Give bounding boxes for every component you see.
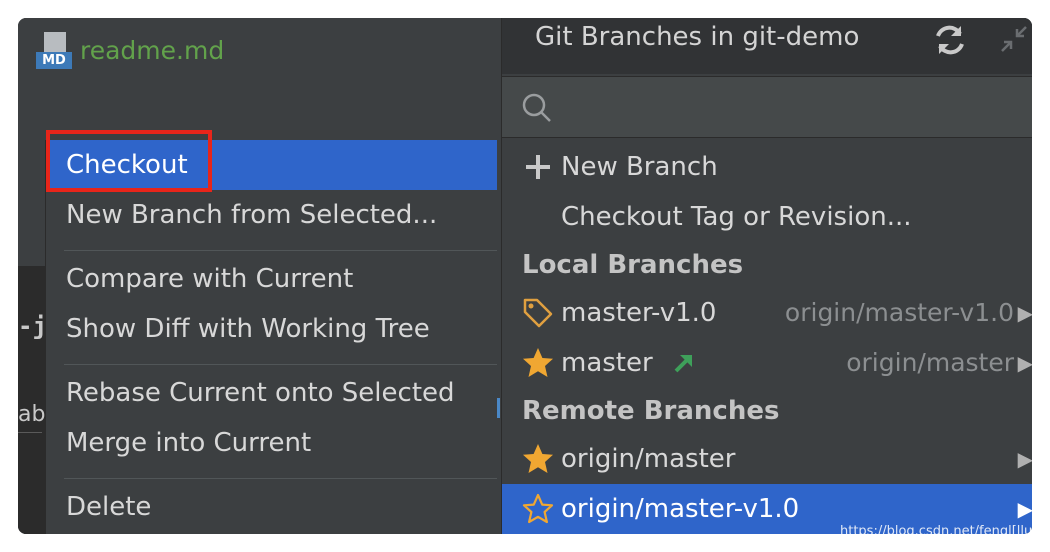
chevron-right-icon: ▶	[1017, 301, 1032, 325]
editor-gutter	[18, 266, 46, 534]
collapse-icon[interactable]	[999, 24, 1029, 54]
watermark: https://blog.csdn.net/fengl[llu	[840, 524, 1033, 539]
checkout-tag-action[interactable]: Checkout Tag or Revision...	[502, 192, 1032, 242]
file-tab[interactable]: MD readme.md	[36, 30, 224, 70]
menu-item-merge[interactable]: Merge into Current	[46, 418, 497, 468]
branch-item-master-v1-0[interactable]: master-v1.0 origin/master-v1.0 ▶	[502, 288, 1032, 338]
ide-window: MD readme.md -j ab Checkout New Branch f…	[18, 18, 1032, 534]
star-outline-icon	[522, 493, 554, 524]
search-input[interactable]	[562, 87, 1026, 129]
tag-icon	[523, 298, 553, 328]
action-label: New Branch	[561, 152, 718, 182]
menu-item-new-branch-from-selected[interactable]: New Branch from Selected...	[46, 190, 497, 240]
file-badge: MD	[36, 52, 72, 69]
git-branches-popup: Git Branches in git-demo New Branch Chec…	[501, 18, 1032, 534]
star-icon	[523, 348, 553, 377]
markdown-file-icon: MD	[36, 30, 74, 70]
menu-item-compare-with-current[interactable]: Compare with Current	[46, 254, 497, 304]
menu-item-delete[interactable]: Delete	[46, 482, 497, 532]
local-branches-header: Local Branches	[522, 250, 744, 280]
divider	[18, 432, 42, 433]
plus-icon	[526, 155, 550, 179]
branch-search-box[interactable]	[502, 76, 1032, 138]
chevron-right-icon: ▶	[1017, 447, 1032, 471]
search-icon	[522, 93, 551, 122]
branch-name: origin/master	[561, 444, 736, 474]
refresh-icon[interactable]	[932, 22, 968, 58]
tracking-branch: origin/master	[846, 348, 1014, 377]
branch-name: origin/master-v1.0	[561, 494, 800, 524]
outgoing-arrow-icon	[674, 355, 692, 373]
menu-separator	[64, 250, 497, 251]
menu-separator	[64, 478, 497, 479]
branch-context-menu: Checkout New Branch from Selected... Com…	[45, 140, 497, 534]
branch-name: master-v1.0	[561, 298, 717, 328]
code-fragment: -j	[18, 312, 47, 340]
branch-name: master	[561, 348, 653, 378]
remote-branches-header: Remote Branches	[522, 396, 780, 426]
menu-separator	[64, 364, 497, 365]
star-icon	[523, 444, 553, 473]
tracking-branch: origin/master-v1.0	[784, 298, 1014, 327]
menu-item-rebase[interactable]: Rebase Current onto Selected	[46, 368, 497, 418]
popup-header: Git Branches in git-demo	[502, 18, 1032, 74]
code-fragment: ab	[18, 402, 46, 427]
new-branch-action[interactable]: New Branch	[502, 142, 1032, 192]
menu-item-show-diff[interactable]: Show Diff with Working Tree	[46, 304, 497, 354]
highlight-box	[46, 130, 212, 192]
branch-item-master[interactable]: master origin/master ▶	[502, 338, 1032, 388]
text-caret	[497, 398, 500, 418]
popup-title: Git Branches in git-demo	[535, 22, 860, 52]
branch-item-origin-master[interactable]: origin/master ▶	[502, 434, 1032, 484]
action-label: Checkout Tag or Revision...	[561, 202, 912, 232]
chevron-right-icon: ▶	[1017, 351, 1032, 375]
file-name: readme.md	[80, 35, 225, 65]
